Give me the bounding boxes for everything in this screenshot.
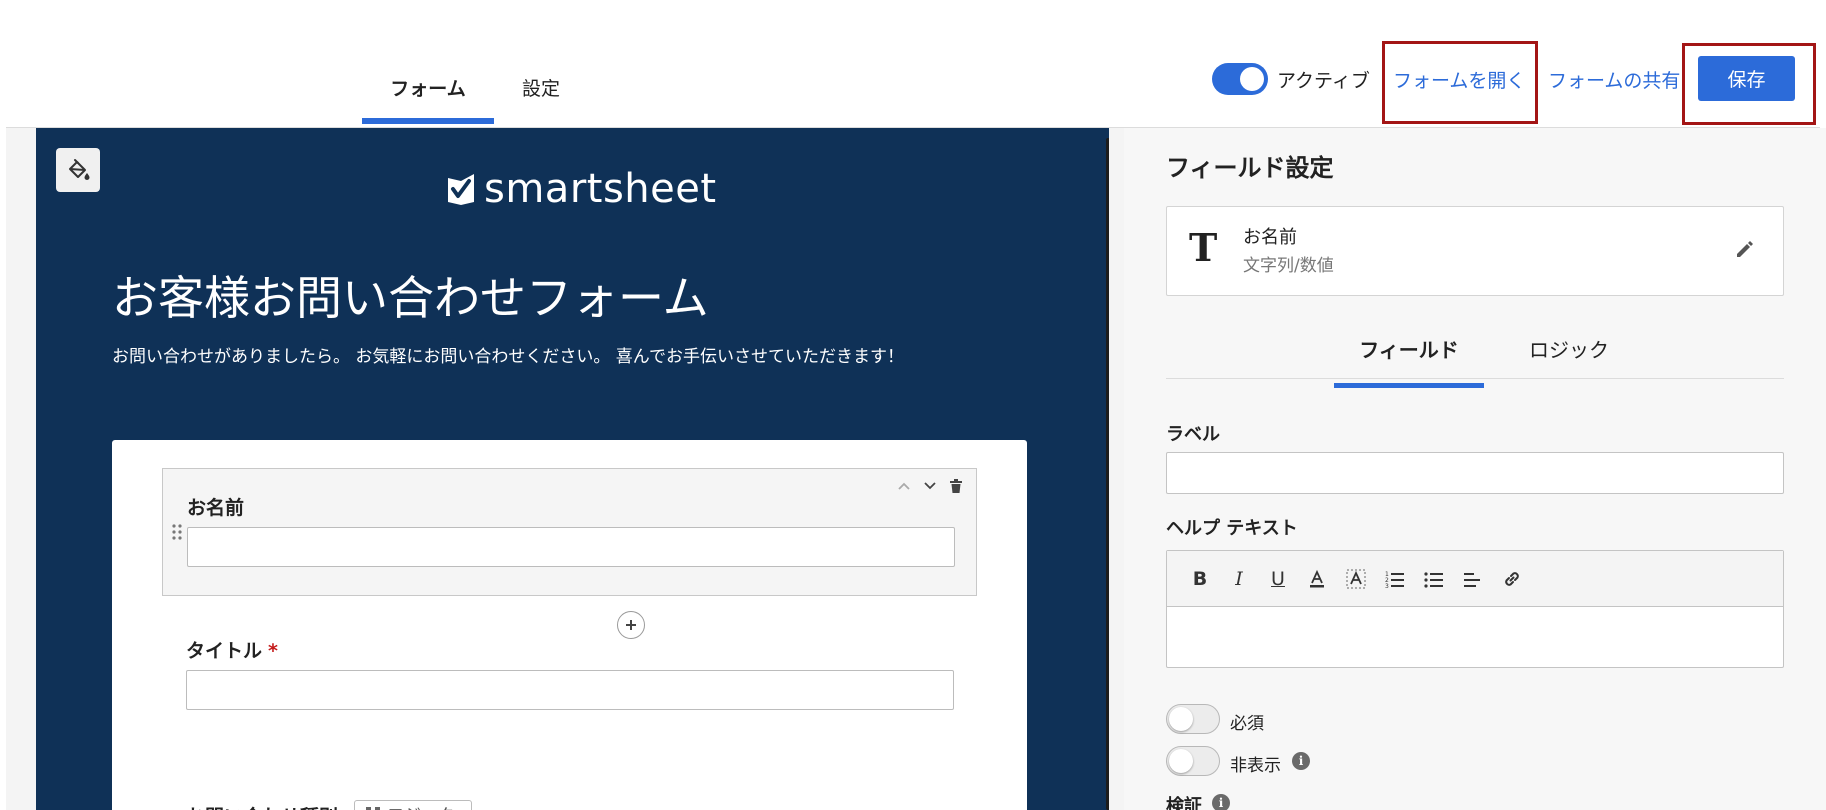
- field-label-inquiry-type: お問い合わせ種別: [186, 802, 338, 810]
- logic-icon: [366, 807, 380, 810]
- numbered-list-glyph: 1 2 3: [1385, 571, 1404, 589]
- plus-icon: [626, 620, 636, 630]
- chevron-up-icon: [898, 482, 910, 490]
- highlight-glyph: [1346, 569, 1366, 588]
- help-text-heading: ヘルプ テキスト: [1166, 518, 1298, 539]
- underline-icon[interactable]: U: [1265, 566, 1291, 592]
- align-icon[interactable]: [1460, 566, 1486, 592]
- smartsheet-logo-icon: [448, 174, 474, 205]
- theme-button[interactable]: [56, 148, 100, 192]
- highlight-box-open-form: [1382, 41, 1538, 124]
- text-color-icon[interactable]: [1304, 566, 1330, 592]
- move-up-button[interactable]: [893, 475, 915, 497]
- panel-title: フィールド設定: [1166, 154, 1334, 182]
- pencil-icon[interactable]: [1733, 237, 1757, 261]
- panel-tab-field-label: フィールド: [1359, 338, 1459, 362]
- move-down-button[interactable]: [919, 475, 941, 497]
- field-type-card: T お名前 文字列/数値: [1166, 206, 1784, 296]
- paint-bucket-icon: [69, 159, 90, 180]
- link-glyph: [1505, 571, 1519, 586]
- bullet-list-glyph: [1424, 571, 1443, 588]
- text-color-glyph: [1310, 569, 1324, 587]
- italic-icon[interactable]: I: [1226, 566, 1252, 592]
- rich-text-toolbar: B I U 1 2 3: [1167, 551, 1783, 607]
- tab-settings-label: 設定: [521, 78, 560, 100]
- validation-heading: 検証: [1166, 796, 1202, 810]
- share-form-button[interactable]: フォームの共有: [1548, 66, 1680, 93]
- top-bar: フォーム 設定 アクティブ フォームを開く フォームの共有 保存: [0, 0, 1826, 128]
- label-heading: ラベル: [1166, 424, 1220, 445]
- form-fields-card: お名前 タイトル *: [112, 440, 1027, 810]
- form-canvas-area: smartsheet お客様お問い合わせフォーム お問い合わせがありましたら。 …: [6, 128, 1124, 810]
- required-asterisk: *: [268, 640, 278, 662]
- add-field-button[interactable]: [617, 611, 645, 639]
- validation-info-icon[interactable]: i: [1212, 794, 1230, 810]
- tab-form-label: フォーム: [390, 78, 466, 100]
- title-input[interactable]: [186, 670, 954, 710]
- active-toggle-label: アクティブ: [1277, 70, 1370, 92]
- text-type-icon: T: [1189, 225, 1218, 270]
- form-description: お問い合わせがありましたら。 お気軽にお問い合わせください。 喜んでお手伝いさせ…: [112, 347, 904, 367]
- logic-chip-label: ロジック: [387, 801, 455, 810]
- active-toggle[interactable]: [1212, 63, 1268, 95]
- link-icon[interactable]: [1499, 566, 1525, 592]
- panel-tab-logic-label: ロジック: [1529, 338, 1609, 362]
- hidden-toggle-knob: [1169, 749, 1193, 773]
- toggle-knob: [1240, 67, 1264, 91]
- form-canvas: smartsheet お客様お問い合わせフォーム お問い合わせがありましたら。 …: [36, 128, 1109, 810]
- smartsheet-logo: smartsheet: [446, 166, 717, 212]
- hidden-label: 非表示: [1230, 756, 1281, 776]
- numbered-list-icon[interactable]: 1 2 3: [1382, 566, 1408, 592]
- label-input[interactable]: [1166, 452, 1784, 494]
- help-text-editor[interactable]: B I U 1 2 3: [1166, 550, 1784, 668]
- field-type-name: お名前: [1243, 227, 1297, 248]
- align-glyph: [1464, 572, 1480, 587]
- delete-field-button[interactable]: [945, 475, 967, 497]
- svg-text:3: 3: [1385, 583, 1389, 589]
- required-label: 必須: [1230, 714, 1264, 734]
- panel-tab-divider: [1166, 378, 1784, 379]
- required-toggle-knob: [1169, 707, 1193, 731]
- selected-field-name[interactable]: お名前: [162, 468, 977, 639]
- form-title: お客様お問い合わせフォーム: [112, 271, 709, 325]
- bullet-list-icon[interactable]: [1421, 566, 1447, 592]
- field-label-title-text: タイトル: [186, 640, 263, 662]
- field-settings-panel: フィールド設定 T お名前 文字列/数値 フィールド ロジック ラベル ヘルプ …: [1124, 128, 1826, 810]
- tab-settings[interactable]: 設定: [506, 58, 576, 124]
- field-type-label: 文字列/数値: [1243, 256, 1334, 276]
- required-toggle[interactable]: [1166, 704, 1220, 734]
- chevron-down-icon: [924, 482, 936, 490]
- field-label-title: タイトル *: [186, 636, 278, 663]
- form-builder-page: フォーム 設定 アクティブ フォームを開く フォームの共有 保存 smartsh…: [0, 0, 1826, 810]
- info-icon[interactable]: i: [1292, 752, 1310, 770]
- trash-icon: [950, 479, 962, 493]
- highlight-box-save: [1682, 43, 1816, 125]
- drag-handle-icon[interactable]: [171, 523, 183, 541]
- bold-icon[interactable]: B: [1187, 566, 1213, 592]
- highlight-icon[interactable]: [1343, 566, 1369, 592]
- canvas-scrollbar[interactable]: [1106, 138, 1109, 810]
- tab-form[interactable]: フォーム: [362, 58, 494, 124]
- hidden-toggle[interactable]: [1166, 746, 1220, 776]
- logo-text: smartsheet: [484, 166, 717, 212]
- name-input[interactable]: [187, 527, 955, 567]
- field-label-name: お名前: [187, 497, 245, 519]
- logic-chip[interactable]: ロジック: [354, 800, 472, 810]
